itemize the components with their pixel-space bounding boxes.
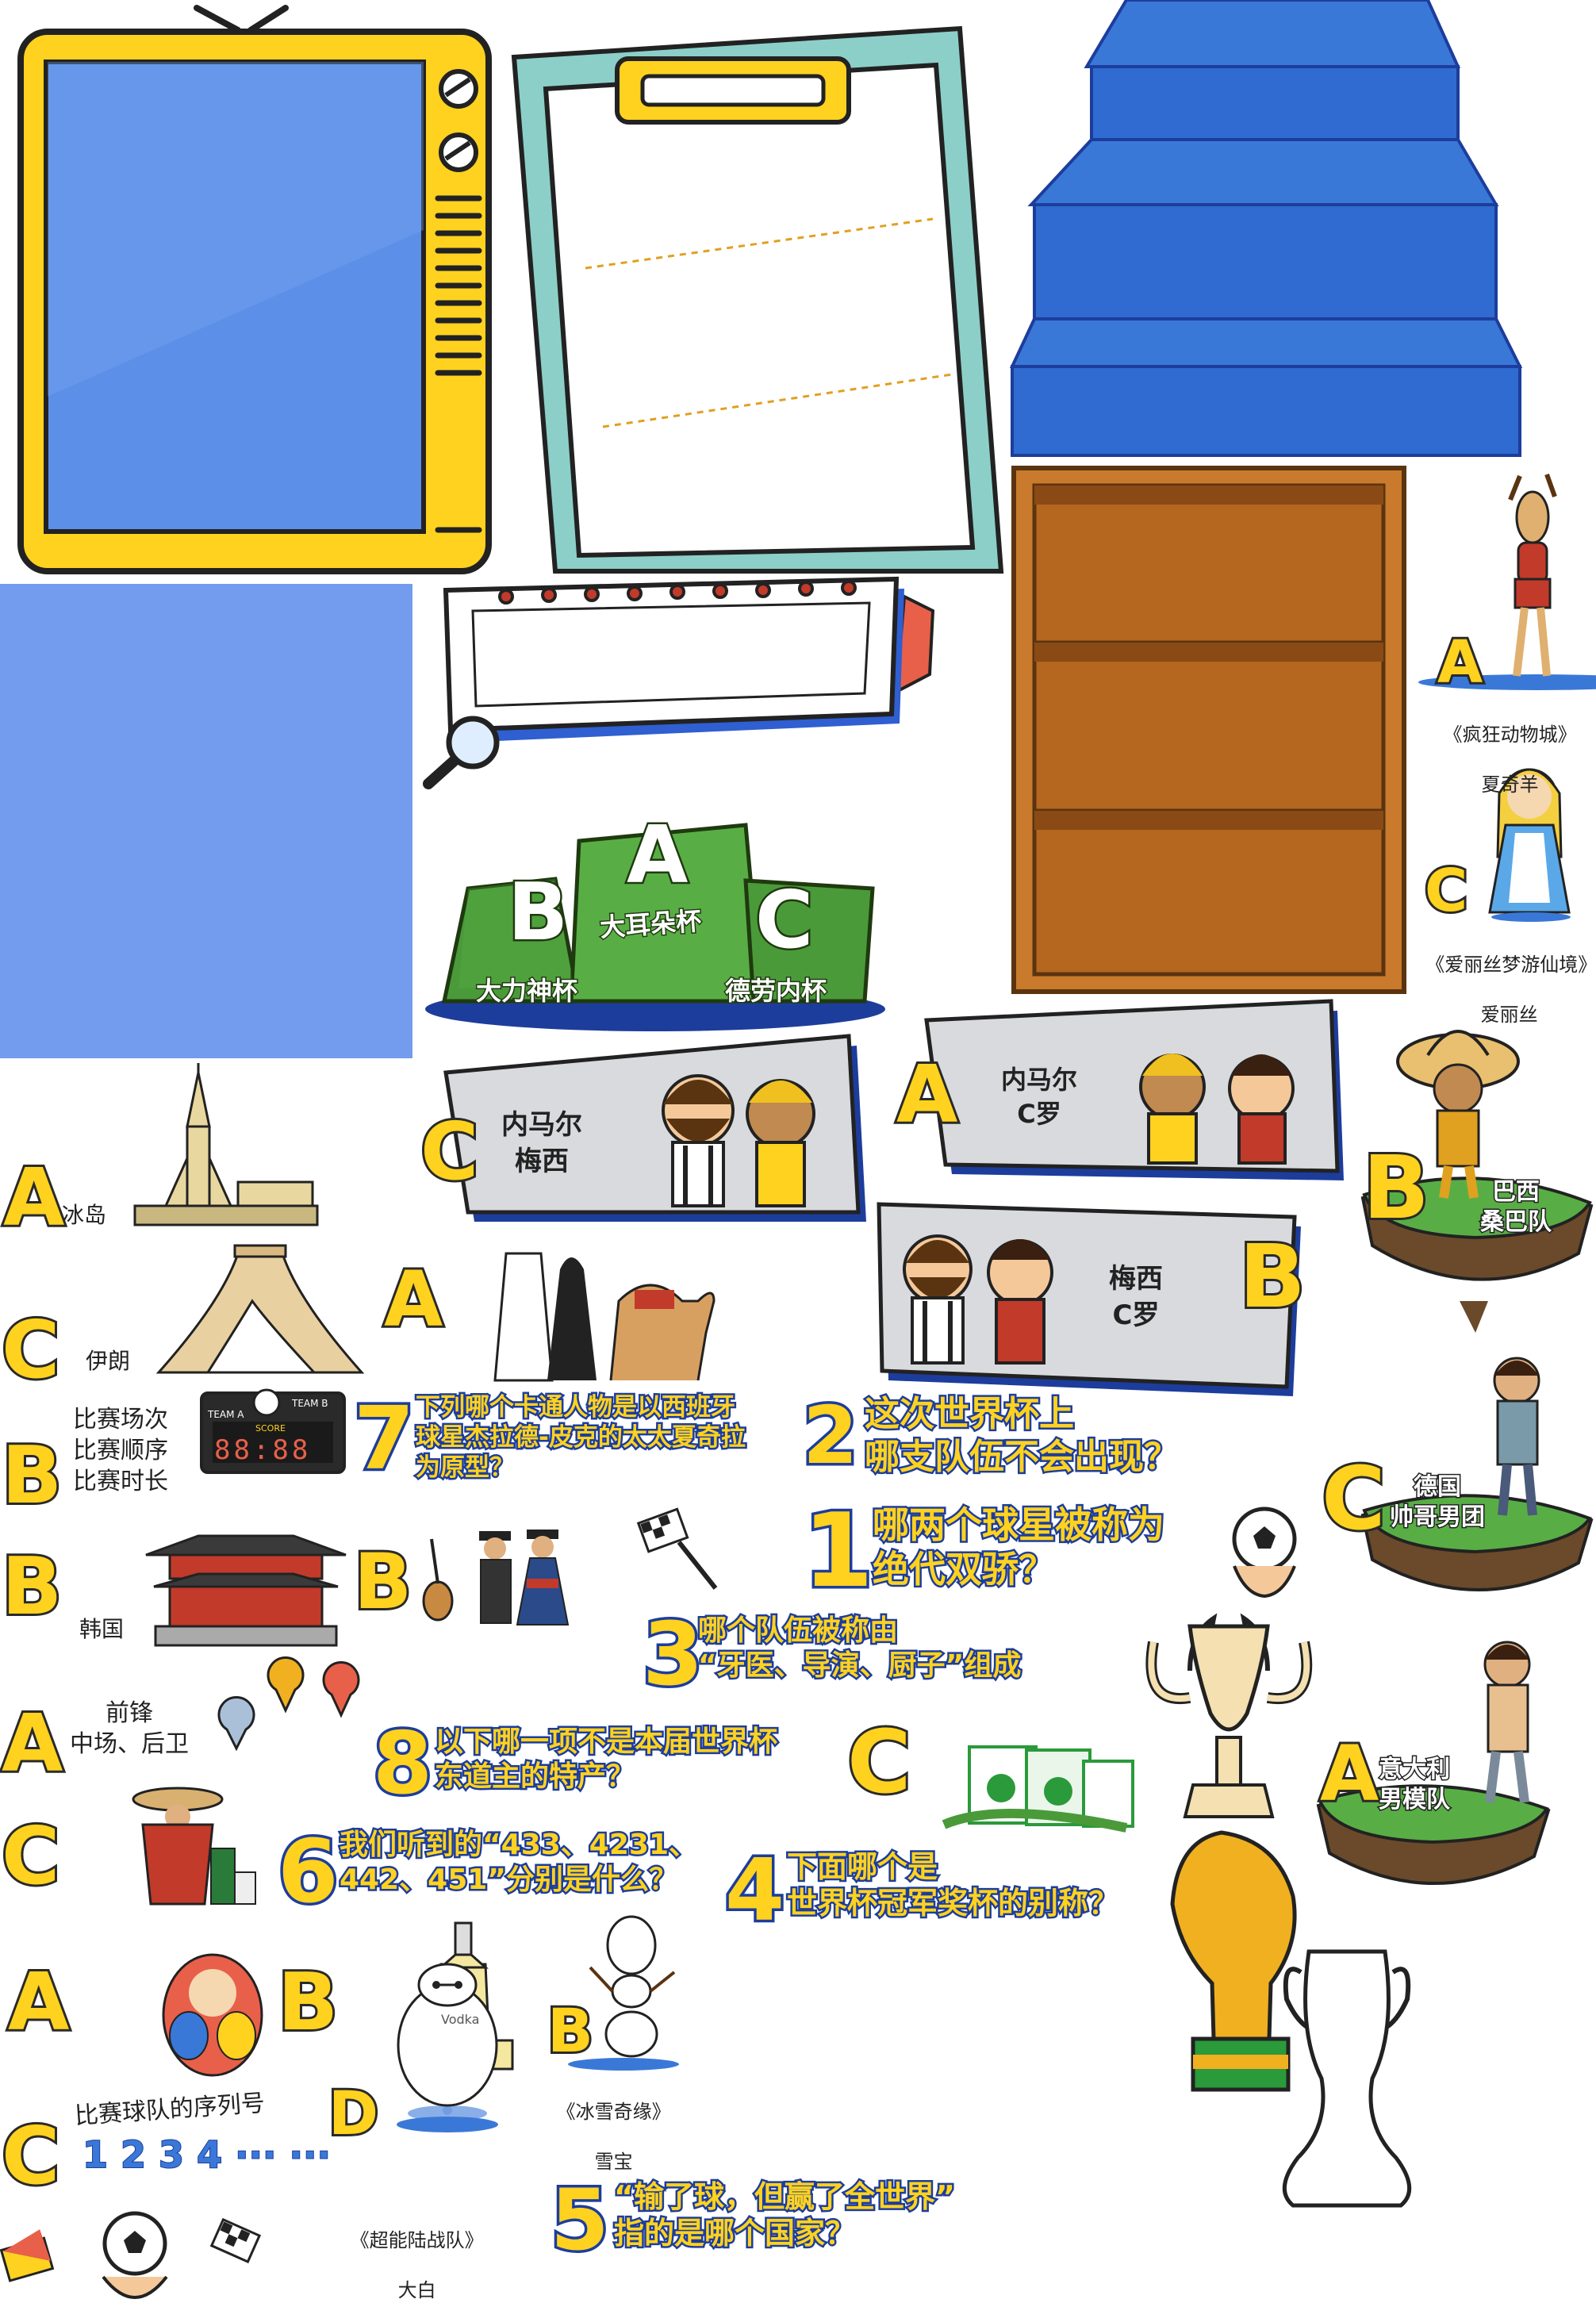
delaunay-trophy: [1282, 1949, 1412, 2208]
country-letter-korea: B: [0, 1540, 64, 1633]
product-letter: C: [845, 1711, 914, 1813]
question-7-text: 下列哪个卡通人物是以西班牙 球星杰拉德-皮克的太太夏奇拉 为原型？: [414, 1391, 748, 1484]
question-5-text: “输了球，但赢了全世界” 指的是哪个国家？: [612, 2178, 957, 2253]
tv-frame: [17, 5, 492, 574]
mexico-figure: [132, 1787, 256, 1906]
country-iran-text: 伊朗: [86, 1348, 131, 1374]
formation-c-digits: 1 2 3 4 ··· ···: [82, 2132, 332, 2177]
bookshelf: [1011, 466, 1406, 994]
baymax-name: 大白: [397, 2278, 436, 2301]
podium-letter-c: C: [753, 873, 815, 966]
peru-figures: [422, 1530, 570, 1626]
matryoshka-dolls: [162, 1953, 263, 2077]
olaf-name: 雪宝: [594, 2150, 633, 2173]
saudi-figures: [493, 1252, 716, 1382]
checkered-flag: [636, 1507, 718, 1590]
team-brazil-text: 巴西 桑巴队: [1479, 1177, 1553, 1238]
card-c-letter: C: [418, 1105, 481, 1198]
team-italy-text: 意大利 男模队: [1378, 1755, 1452, 1815]
question-3-number: 3: [640, 1603, 707, 1705]
clipboard: [511, 25, 1004, 574]
blue-panel: [0, 584, 412, 1058]
question-4-text: 下面哪个是 世界杯冠军奖杯的别称？: [785, 1848, 1120, 1923]
formation-letter-c: C: [0, 2109, 62, 2202]
zootopia-title: 《疯狂动物城》: [1443, 724, 1577, 747]
card-a-names: 内马尔 C罗: [1001, 1065, 1078, 1130]
team-germany-text: 德国 帅哥男团: [1389, 1472, 1487, 1533]
baymax-caption: 《超能陆战队》 大白: [332, 2204, 490, 2303]
question-2-number: 2: [800, 1389, 861, 1482]
question-6-number: 6: [275, 1821, 342, 1922]
formation-letter-b: B: [0, 1429, 64, 1522]
country-letter-iran: C: [0, 1303, 62, 1396]
team-letter-germany: C: [1319, 1448, 1388, 1549]
country-letter-russia-b: B: [275, 1956, 340, 2048]
option-letter-alice: C: [1422, 857, 1470, 925]
location-pins: [217, 1656, 360, 1752]
alice-caption: 《爱丽丝梦游仙境》 爱丽丝: [1414, 928, 1596, 1027]
team-letter-brazil: B: [1360, 1137, 1432, 1238]
notepad: [423, 576, 935, 789]
alice-name: 爱丽丝: [1480, 1003, 1538, 1026]
question-6-text: 我们听到的“433、4231、 442、451”分别是什么？: [337, 1827, 699, 1898]
bottom-ball-flags: [0, 2211, 262, 2300]
question-5-number: 5: [548, 2171, 612, 2269]
iran-tower: [155, 1244, 365, 1374]
scoreboard-team-a: TEAM A: [208, 1409, 244, 1420]
country-korea-text: 韩国: [79, 1616, 125, 1642]
question-8-text: 以下哪一项不是本届世界杯 东道主的特产？: [432, 1724, 779, 1795]
artwork-canvas: [0, 0, 1596, 2300]
scoreboard-digits: 88:88: [214, 1434, 312, 1466]
country-letter-russia-a: A: [6, 1956, 71, 2048]
podium-label-c: 德劳内杯: [723, 975, 827, 1008]
option-letter-zootopia: A: [1435, 628, 1485, 697]
podium-letter-a: A: [624, 808, 689, 901]
country-letter-iceland: A: [1, 1151, 67, 1244]
country-iceland-text: 冰岛: [62, 1202, 107, 1228]
country-letter-saudi: A: [382, 1255, 445, 1344]
world-cup-trophy: [1170, 1830, 1297, 2092]
scoreboard-team-b: TEAM B: [292, 1398, 328, 1409]
card-b-letter: B: [1237, 1226, 1308, 1327]
question-7-number: 7: [351, 1388, 418, 1489]
big-ears-trophy: [1145, 1613, 1313, 1818]
olaf-caption: 《冰雪奇缘》 雪宝: [536, 2075, 679, 2174]
question-2-text: 这次世界杯上 哪支队伍不会出现？: [863, 1391, 1181, 1479]
formation-letter-a: A: [0, 1697, 65, 1790]
zootopia-caption: 《疯狂动物城》 夏奇羊: [1425, 698, 1583, 797]
country-letter-peru: B: [351, 1537, 414, 1626]
card-b-names: 梅西 C罗: [1109, 1263, 1163, 1331]
podium-label-a: 大耳朵杯: [597, 904, 703, 944]
card-a-letter: A: [894, 1048, 960, 1141]
korea-palace: [145, 1534, 347, 1647]
vodka-label: Vodka: [441, 2012, 480, 2027]
olaf-title: 《冰雪奇缘》: [556, 2101, 671, 2124]
baymax-letter: D: [326, 2078, 381, 2148]
question-3-text: 哪个队伍被称由 “牙医、导演、厨子”组成: [696, 1613, 1022, 1684]
olaf-letter: B: [545, 1995, 596, 2066]
iceland-church: [133, 1063, 319, 1226]
podium-letter-b: B: [505, 866, 570, 958]
question-8-number: 8: [370, 1714, 435, 1814]
card-c-names: 内马尔 梅西: [501, 1109, 582, 1177]
soccer-ball-hands: [1232, 1507, 1297, 1599]
team-letter-italy: A: [1318, 1729, 1381, 1818]
product-boxes: [942, 1745, 1134, 1833]
formation-b-text: 比赛场次 比赛顺序 比赛时长: [73, 1406, 168, 1495]
question-1-text: 哪两个球星被称为 绝代双骄？: [871, 1501, 1167, 1592]
question-1-number: 1: [800, 1492, 876, 1610]
country-letter-mexico: C: [0, 1810, 62, 1902]
alice-title: 《爱丽丝梦游仙境》: [1425, 954, 1596, 977]
question-4-number: 4: [722, 1841, 787, 1940]
stage-steps: [1009, 0, 1523, 457]
formation-a-text: 前锋 中场、后卫: [70, 1699, 189, 1758]
baymax-title: 《超能陆战队》: [350, 2229, 484, 2252]
podium-label-b: 大力神杯: [474, 975, 578, 1008]
zootopia-name: 夏奇羊: [1481, 773, 1539, 796]
